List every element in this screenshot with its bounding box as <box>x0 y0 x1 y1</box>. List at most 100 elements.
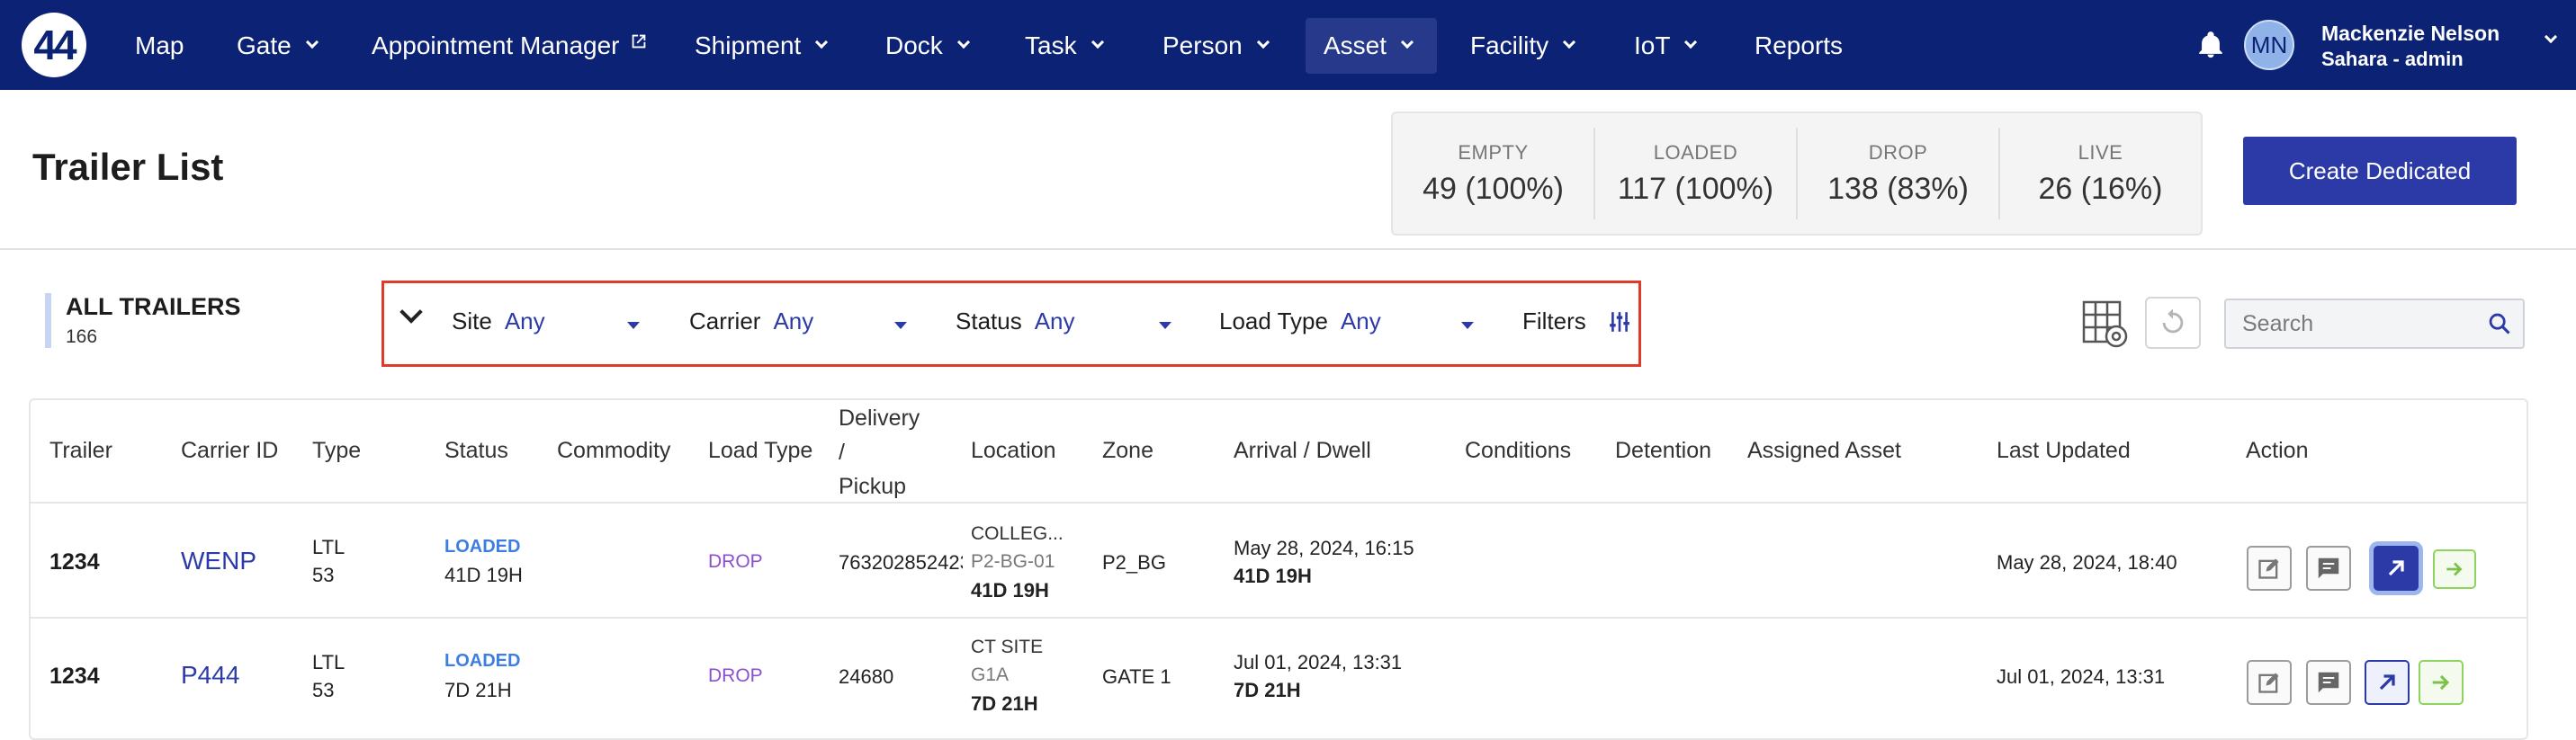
chevron-down-icon <box>815 35 829 49</box>
nav-item-facility[interactable]: Facility <box>1452 18 1592 74</box>
header-divider <box>0 248 2576 250</box>
arrow-right-icon <box>2446 562 2463 576</box>
location-name: COLLEG... <box>971 523 1064 544</box>
col-header-trailer[interactable]: Trailer <box>49 438 112 464</box>
column-settings-icon[interactable] <box>2082 300 2129 349</box>
nav-item-iot[interactable]: IoT <box>1616 18 1713 74</box>
more-filters-button[interactable]: Filters <box>1522 308 1631 335</box>
trailer-type: LTL <box>312 536 346 558</box>
carrier-link[interactable]: P444 <box>181 661 239 690</box>
col-header-carrier-id[interactable]: Carrier ID <box>181 438 278 464</box>
user-menu-chevron-icon[interactable] <box>2544 30 2558 44</box>
user-name: Mackenzie Nelson <box>2321 22 2500 45</box>
create-dedicated-button[interactable]: Create Dedicated <box>2243 137 2517 205</box>
load-type-badge: DROP <box>708 665 763 686</box>
load-type-filter[interactable]: Load Type Any <box>1219 308 1381 335</box>
trailer-size: 53 <box>312 564 335 586</box>
status-badge: LOADED <box>444 651 521 671</box>
move-trailer-button[interactable] <box>2374 546 2419 591</box>
check-out-button[interactable] <box>2419 660 2464 705</box>
col-header-location[interactable]: Location <box>971 438 1056 464</box>
arrow-up-right-icon <box>2388 560 2404 576</box>
nav-item-appointment-manager[interactable]: Appointment Manager <box>354 18 667 74</box>
col-header-arrival-dwell[interactable]: Arrival / Dwell <box>1234 438 1371 464</box>
col-header-last-updated[interactable]: Last Updated <box>1997 438 2131 464</box>
search-input[interactable] <box>2226 300 2487 347</box>
delivery-number: 24680 <box>839 665 894 688</box>
site-filter[interactable]: Site Any <box>452 308 545 335</box>
nav-item-asset[interactable]: Asset <box>1306 18 1437 74</box>
chevron-down-icon <box>956 35 970 49</box>
location-dwell: 7D 21H <box>971 692 1038 715</box>
refresh-button[interactable] <box>2145 297 2201 349</box>
nav-item-shipment[interactable]: Shipment <box>677 18 844 74</box>
col-header-delivery-pickup[interactable]: Delivery / Pickup <box>839 401 920 504</box>
comment-button[interactable] <box>2306 546 2351 591</box>
edit-button[interactable] <box>2247 546 2292 591</box>
carrier-link[interactable]: WENP <box>181 547 256 575</box>
location-name: CT SITE <box>971 637 1044 657</box>
trailer-size: 53 <box>312 679 335 701</box>
site-filter-caret-icon[interactable] <box>627 322 640 329</box>
chevron-down-icon <box>1256 35 1270 49</box>
zone: GATE 1 <box>1102 665 1171 688</box>
search-icon[interactable] <box>2487 311 2512 336</box>
location-slot: G1A <box>971 664 1010 685</box>
search-box <box>2224 299 2525 349</box>
col-header-detention[interactable]: Detention <box>1615 438 1711 464</box>
col-header-status[interactable]: Status <box>444 438 508 464</box>
all-trailers-summary: ALL TRAILERS 166 <box>45 293 241 348</box>
arrival-dwell: 7D 21H <box>1234 679 1301 701</box>
arrival-time: Jul 01, 2024, 13:31 <box>1234 651 1403 673</box>
arrival-dwell: 41D 19H <box>1234 565 1312 587</box>
load-type-badge: DROP <box>708 551 763 572</box>
top-navigation-bar: 44 Map Gate Appointment Manager Shipment… <box>0 0 2576 90</box>
nav-item-task[interactable]: Task <box>1007 18 1120 74</box>
status-dwell: 41D 19H <box>444 564 523 586</box>
arrow-up-right-icon <box>2379 674 2395 691</box>
carrier-filter-caret-icon[interactable] <box>894 322 907 329</box>
page-title: Trailer List <box>32 146 224 188</box>
location-slot: P2-BG-01 <box>971 551 1055 572</box>
sliders-icon <box>1609 311 1629 332</box>
row-divider <box>30 617 2527 619</box>
load-type-filter-caret-icon[interactable] <box>1461 322 1474 329</box>
comment-icon <box>2318 557 2339 579</box>
col-header-load-type[interactable]: Load Type <box>708 438 812 464</box>
col-header-type[interactable]: Type <box>312 438 361 464</box>
trailer-number[interactable]: 1234 <box>49 664 100 690</box>
trailer-type: LTL <box>312 651 346 673</box>
move-trailer-button[interactable] <box>2365 660 2410 705</box>
location-dwell: 41D 19H <box>971 579 1049 602</box>
chevron-down-icon <box>1684 35 1698 49</box>
nav-item-dock[interactable]: Dock <box>867 18 986 74</box>
col-header-commodity[interactable]: Commodity <box>557 438 670 464</box>
nav-item-map[interactable]: Map <box>117 18 202 74</box>
stat-drop: DROP 138 (83%) <box>1798 128 2000 219</box>
nav-item-person[interactable]: Person <box>1144 18 1286 74</box>
nav-item-gate[interactable]: Gate <box>219 18 335 74</box>
carrier-filter[interactable]: Carrier Any <box>689 308 813 335</box>
bell-icon[interactable] <box>2195 29 2226 61</box>
stat-empty: EMPTY 49 (100%) <box>1393 128 1595 219</box>
app-logo[interactable]: 44 <box>22 13 86 77</box>
zone: P2_BG <box>1102 551 1166 574</box>
status-filter[interactable]: Status Any <box>956 308 1075 335</box>
nav-item-reports[interactable]: Reports <box>1737 18 1861 74</box>
col-header-zone[interactable]: Zone <box>1102 438 1153 464</box>
comment-button[interactable] <box>2306 660 2351 705</box>
edit-button[interactable] <box>2247 660 2292 705</box>
refresh-icon <box>2162 308 2184 334</box>
header-row-divider <box>30 502 2527 504</box>
check-out-button[interactable] <box>2433 549 2476 589</box>
last-updated: May 28, 2024, 18:40 <box>1997 551 2177 574</box>
trailer-number[interactable]: 1234 <box>49 549 100 575</box>
status-filter-caret-icon[interactable] <box>1159 322 1171 329</box>
stat-loaded: LOADED 117 (100%) <box>1595 128 1798 219</box>
col-header-assigned-asset[interactable]: Assigned Asset <box>1747 438 1901 464</box>
col-header-conditions[interactable]: Conditions <box>1465 438 1571 464</box>
external-link-icon <box>632 34 645 49</box>
user-role: Sahara - admin <box>2321 48 2464 70</box>
chevron-down-icon <box>1400 35 1414 49</box>
user-avatar[interactable]: MN <box>2244 20 2294 70</box>
